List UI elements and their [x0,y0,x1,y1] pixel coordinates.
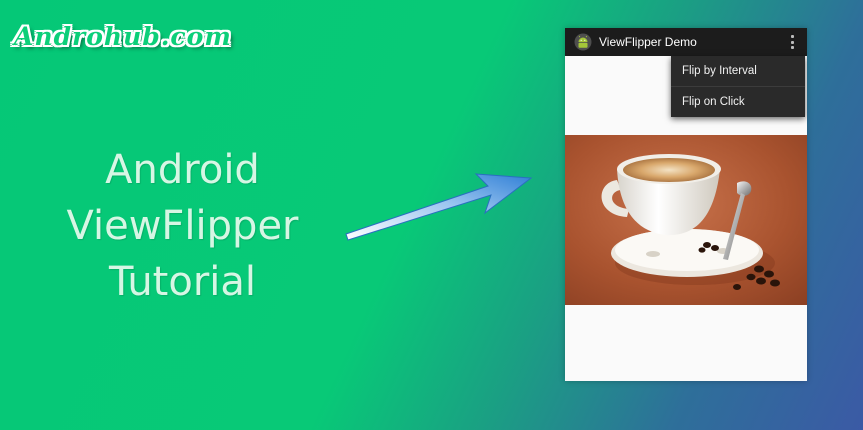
headline-line-1: Android [105,147,260,193]
phone-screen: ViewFlipper Demo Flip by Interval Flip o… [565,28,807,381]
overflow-popup-menu: Flip by Interval Flip on Click [671,56,805,117]
brand-logo: Androhub.com [14,22,232,51]
headline-line-3: Tutorial [108,259,257,305]
tutorial-headline: Android ViewFlipper Tutorial [50,142,315,310]
menu-item-flip-by-interval[interactable]: Flip by Interval [671,56,805,86]
app-title: ViewFlipper Demo [599,35,697,49]
coffee-cup-photo [565,135,807,305]
overflow-menu-icon[interactable] [789,35,795,49]
headline-line-2: ViewFlipper [66,203,299,249]
android-icon [574,33,592,51]
action-bar: ViewFlipper Demo [565,28,807,56]
arrow-icon [345,173,533,241]
menu-item-flip-on-click[interactable]: Flip on Click [671,86,805,117]
